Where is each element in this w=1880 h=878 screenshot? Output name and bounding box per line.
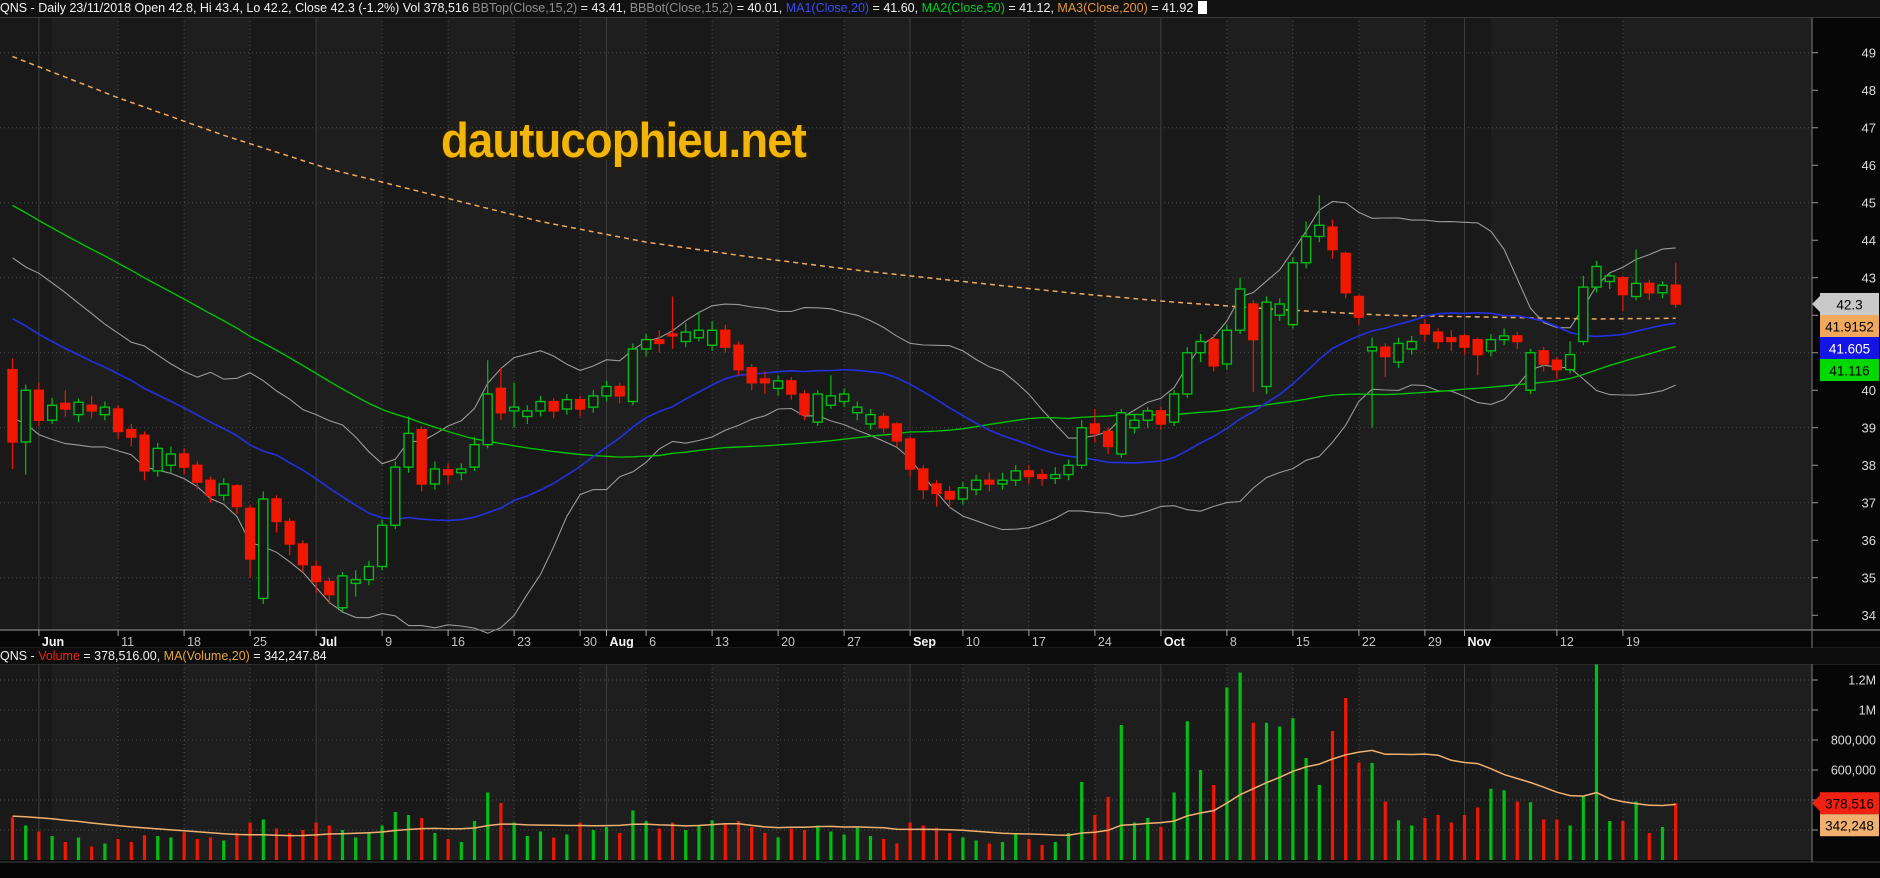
ohlc-summary: QNS - Daily 23/11/2018 Open 42.8, Hi 43.… <box>0 1 473 15</box>
svg-text:15: 15 <box>1296 635 1310 649</box>
x-axis: Jun 11 18 25 Jul 9 16 23 30 Aug 6 13 20 27 Sep 10 17 24 Oc… <box>38 630 1640 649</box>
volume-pane-header: QNS - Volume = 378,516.00, MA(Volume,20)… <box>0 648 1880 664</box>
bbtop-value: = 43.41, <box>577 1 630 15</box>
svg-text:44: 44 <box>1862 233 1876 248</box>
ma1-label: MA1(Close,20) <box>785 1 870 15</box>
chart-canvas[interactable]: 494847464544434241403938373635341.2M1M80… <box>0 0 1880 878</box>
svg-text:13: 13 <box>715 635 729 649</box>
svg-text:6: 6 <box>649 635 656 649</box>
watermark: dautucophieu.net <box>441 114 807 168</box>
svg-text:27: 27 <box>847 635 861 649</box>
svg-text:42.3: 42.3 <box>1836 298 1862 313</box>
svg-text:22: 22 <box>1362 635 1376 649</box>
svg-text:Oct: Oct <box>1164 635 1186 649</box>
svg-text:12: 12 <box>1560 635 1574 649</box>
svg-text:600,000: 600,000 <box>1831 764 1876 778</box>
bbbot-value: = 40.01, <box>733 1 786 15</box>
bbbot-label: BBBot(Close,15,2) <box>629 1 734 15</box>
svg-text:23: 23 <box>517 635 531 649</box>
svg-text:Sep: Sep <box>913 635 936 649</box>
svg-text:20: 20 <box>781 635 795 649</box>
svg-text:24: 24 <box>1098 635 1112 649</box>
volume-ma-value: = 342,247.84 <box>249 649 327 663</box>
ma3-label: MA3(Close,200) <box>1057 1 1148 15</box>
svg-text:9: 9 <box>385 635 392 649</box>
ma2-label: MA2(Close,50) <box>921 1 1005 15</box>
stock-chart-window: QNS - Daily 23/11/2018 Open 42.8, Hi 43.… <box>0 0 1880 878</box>
svg-text:18: 18 <box>187 635 201 649</box>
svg-text:8: 8 <box>1230 635 1237 649</box>
svg-text:34: 34 <box>1862 608 1876 623</box>
svg-text:19: 19 <box>1626 635 1640 649</box>
svg-text:Nov: Nov <box>1468 635 1492 649</box>
volume-value-boxes: 378,516 342,248 <box>1812 792 1879 837</box>
svg-text:39: 39 <box>1862 420 1876 435</box>
svg-text:800,000: 800,000 <box>1831 734 1876 748</box>
ma2-value: = 41.12, <box>1004 1 1058 15</box>
svg-text:Jul: Jul <box>319 635 337 649</box>
volume-header-prefix: QNS - <box>0 649 39 663</box>
price-value-boxes: 42.3 41.9152 41.605 41.116 <box>1812 293 1879 381</box>
ma1-value: = 41.60, <box>869 1 922 15</box>
svg-text:43: 43 <box>1862 270 1876 285</box>
svg-text:45: 45 <box>1862 195 1876 210</box>
svg-text:49: 49 <box>1862 45 1876 60</box>
volume-ma-label: MA(Volume,20) <box>163 649 250 663</box>
svg-text:41.9152: 41.9152 <box>1825 320 1874 335</box>
bbtop-label: BBTop(Close,15,2) <box>472 1 578 15</box>
ma3-value: = 41.92 <box>1147 1 1194 15</box>
volume-label: Volume <box>38 649 80 663</box>
svg-text:378,516: 378,516 <box>1825 797 1874 812</box>
svg-text:1M: 1M <box>1859 704 1876 718</box>
svg-text:47: 47 <box>1862 120 1876 135</box>
volume-value: = 378,516.00, <box>79 649 164 663</box>
svg-text:41.116: 41.116 <box>1829 364 1869 379</box>
header-end-marker <box>1198 1 1208 14</box>
svg-text:38: 38 <box>1862 458 1876 473</box>
svg-text:29: 29 <box>1428 635 1442 649</box>
svg-text:48: 48 <box>1862 83 1876 98</box>
svg-text:11: 11 <box>121 635 134 649</box>
svg-text:10: 10 <box>966 635 980 649</box>
svg-text:342,248: 342,248 <box>1825 819 1874 834</box>
svg-text:46: 46 <box>1862 158 1876 173</box>
svg-text:Aug: Aug <box>610 635 634 649</box>
svg-text:35: 35 <box>1862 570 1876 585</box>
svg-text:30: 30 <box>583 635 597 649</box>
svg-text:Jun: Jun <box>42 635 64 649</box>
svg-text:17: 17 <box>1032 635 1046 649</box>
svg-text:40: 40 <box>1862 383 1876 398</box>
svg-text:41.605: 41.605 <box>1829 342 1870 357</box>
price-pane-header: QNS - Daily 23/11/2018 Open 42.8, Hi 43.… <box>0 0 1880 18</box>
svg-text:37: 37 <box>1862 495 1876 510</box>
svg-text:36: 36 <box>1862 533 1876 548</box>
svg-text:1.2M: 1.2M <box>1848 674 1876 688</box>
svg-text:16: 16 <box>451 635 465 649</box>
svg-text:25: 25 <box>253 635 267 649</box>
